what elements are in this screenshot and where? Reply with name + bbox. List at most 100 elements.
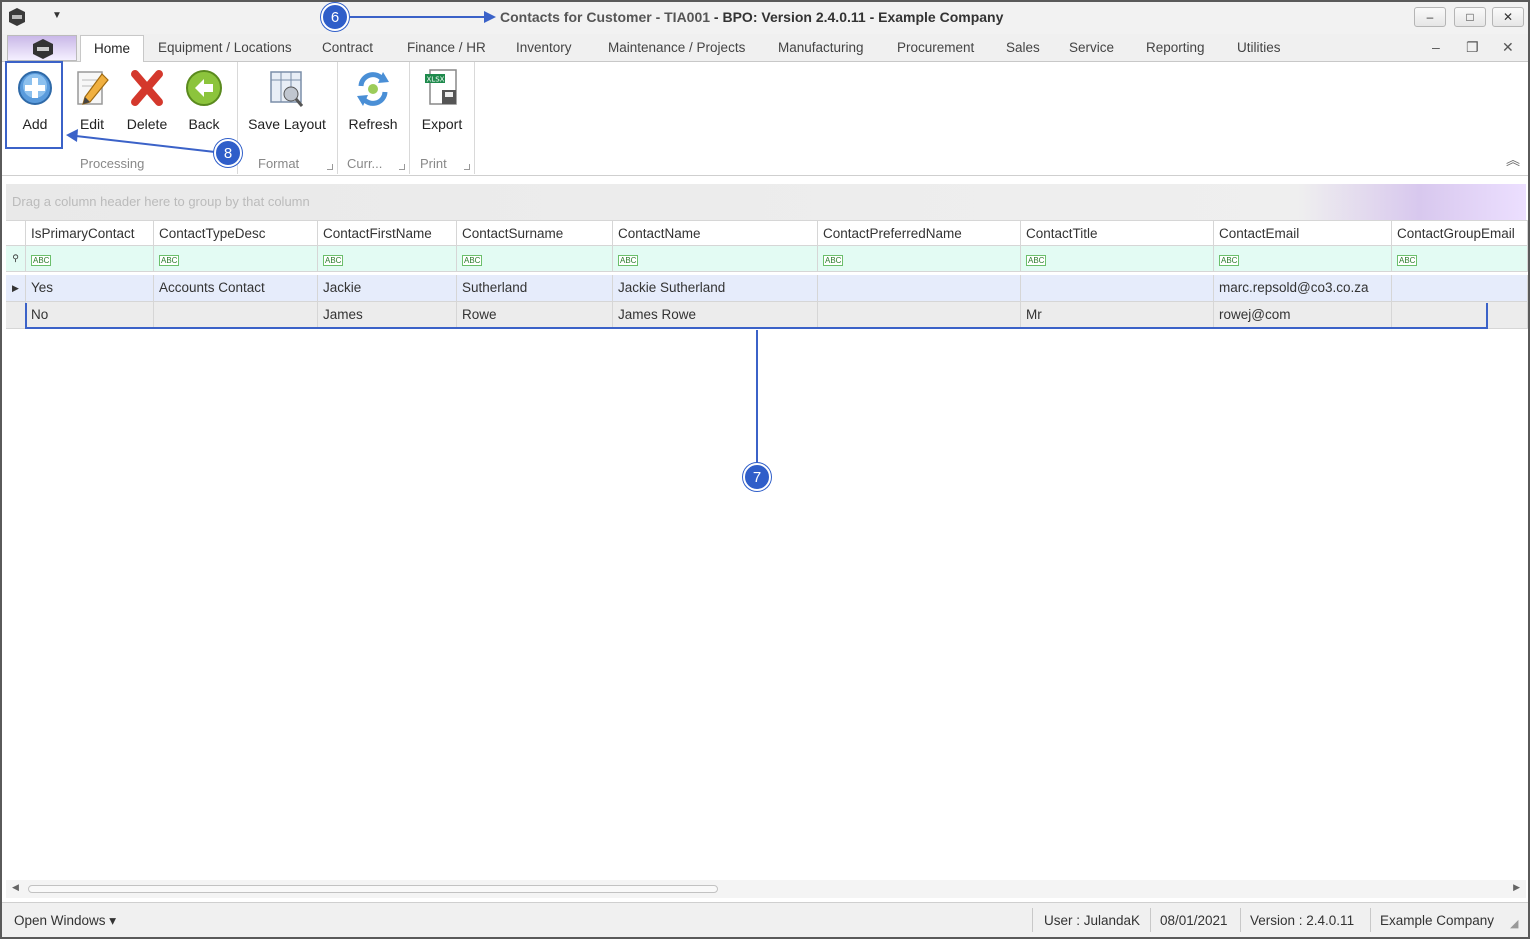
- group-by-panel[interactable]: Drag a column header here to group by th…: [6, 184, 1526, 220]
- tab-contract[interactable]: Contract: [322, 40, 373, 55]
- filter-pin-icon: ⚲: [6, 246, 26, 271]
- status-version: Version : 2.4.0.11: [1250, 913, 1355, 928]
- format-dialog-launcher[interactable]: [327, 164, 333, 170]
- group-label-format: Format: [258, 156, 300, 171]
- pencil-icon: [77, 71, 109, 105]
- menu-tab-bar: Home Equipment / Locations Contract Fina…: [2, 34, 1528, 63]
- cell-contact-name[interactable]: Jackie Sutherland: [613, 275, 818, 301]
- resize-grip-icon[interactable]: ◢: [1510, 917, 1518, 930]
- annotation-badge-7: 7: [743, 463, 771, 491]
- delete-button[interactable]: Delete: [124, 66, 170, 132]
- abc-filter-icon: ABC: [618, 255, 639, 266]
- cell-group-email[interactable]: [1392, 275, 1528, 301]
- column-header[interactable]: ContactSurname: [457, 221, 613, 245]
- group-label-processing: Processing: [80, 156, 145, 171]
- maximize-button[interactable]: □: [1454, 7, 1486, 27]
- status-separator: [1370, 908, 1371, 932]
- cell-title[interactable]: [1021, 275, 1214, 301]
- cell-first-name[interactable]: Jackie: [318, 275, 457, 301]
- tab-manufacturing[interactable]: Manufacturing: [778, 40, 864, 55]
- abc-filter-icon: ABC: [462, 255, 483, 266]
- save-layout-label: Save Layout: [248, 116, 326, 132]
- horizontal-scrollbar[interactable]: ◀ ▶: [6, 880, 1526, 898]
- tab-procurement[interactable]: Procurement: [897, 40, 974, 55]
- add-button-highlight: [5, 61, 63, 149]
- export-label: Export: [421, 116, 463, 132]
- filter-cell[interactable]: ABC: [1021, 246, 1214, 271]
- cell-email[interactable]: marc.repsold@co3.co.za: [1214, 275, 1392, 301]
- abc-filter-icon: ABC: [1219, 255, 1240, 266]
- group-separator: [409, 62, 410, 174]
- column-header[interactable]: ContactName: [613, 221, 818, 245]
- abc-filter-icon: ABC: [159, 255, 180, 266]
- window-title: Contacts for Customer - TIA001 - BPO: Ve…: [500, 9, 1004, 25]
- annotation-badge-6: 6: [321, 3, 349, 31]
- scroll-left-icon[interactable]: ◀: [12, 882, 19, 893]
- app-logo-icon[interactable]: [8, 7, 26, 27]
- back-button[interactable]: Back: [184, 66, 224, 132]
- column-header[interactable]: IsPrimaryContact: [26, 221, 154, 245]
- tab-reporting[interactable]: Reporting: [1146, 40, 1205, 55]
- edit-button[interactable]: Edit: [72, 66, 112, 132]
- refresh-label: Refresh: [348, 116, 398, 132]
- tab-finance-hr[interactable]: Finance / HR: [407, 40, 486, 55]
- tab-maintenance-projects[interactable]: Maintenance / Projects: [608, 40, 745, 55]
- row-indicator: [6, 221, 26, 245]
- filter-cell[interactable]: ABC: [318, 246, 457, 271]
- abc-filter-icon: ABC: [1026, 255, 1047, 266]
- group-panel-hint: Drag a column header here to group by th…: [12, 194, 310, 209]
- mdi-restore-button[interactable]: ❐: [1466, 39, 1479, 56]
- filter-cell[interactable]: ABC: [457, 246, 613, 271]
- edit-button-label: Edit: [79, 116, 105, 132]
- status-company: Example Company: [1380, 913, 1495, 928]
- cell-surname[interactable]: Sutherland: [457, 275, 613, 301]
- print-dialog-launcher[interactable]: [464, 164, 470, 170]
- delete-button-label: Delete: [126, 116, 168, 132]
- table-row[interactable]: ▶ Yes Accounts Contact Jackie Sutherland…: [6, 275, 1528, 302]
- filter-cell[interactable]: ABC: [818, 246, 1021, 271]
- filter-cell[interactable]: ABC: [26, 246, 154, 271]
- status-bar: Open Windows ▾ User : JulandaK 08/01/202…: [2, 902, 1528, 937]
- scroll-right-icon[interactable]: ▶: [1513, 882, 1520, 893]
- minimize-button[interactable]: –: [1414, 7, 1446, 27]
- column-header[interactable]: ContactGroupEmail: [1392, 221, 1528, 245]
- tab-utilities[interactable]: Utilities: [1237, 40, 1281, 55]
- refresh-button[interactable]: Refresh: [346, 66, 400, 132]
- current-dialog-launcher[interactable]: [399, 164, 405, 170]
- open-windows-dropdown[interactable]: Open Windows ▾: [14, 913, 116, 929]
- export-button[interactable]: XLSX Export: [418, 66, 466, 132]
- filter-cell[interactable]: ABC: [1214, 246, 1392, 271]
- column-header[interactable]: ContactEmail: [1214, 221, 1392, 245]
- layout-save-icon: [270, 71, 304, 107]
- filter-cell[interactable]: ABC: [613, 246, 818, 271]
- cell-preferred-name[interactable]: [818, 275, 1021, 301]
- scrollbar-thumb[interactable]: [28, 885, 718, 893]
- tab-service[interactable]: Service: [1069, 40, 1114, 55]
- cell-is-primary[interactable]: Yes: [26, 275, 154, 301]
- tab-home[interactable]: Home: [80, 35, 145, 63]
- tab-equipment-locations[interactable]: Equipment / Locations: [158, 40, 292, 55]
- column-header[interactable]: ContactTitle: [1021, 221, 1214, 245]
- column-header[interactable]: ContactPreferredName: [818, 221, 1021, 245]
- collapse-ribbon-icon[interactable]: ︽: [1506, 150, 1520, 170]
- group-separator: [474, 62, 475, 174]
- application-menu-button[interactable]: [7, 35, 77, 61]
- save-layout-button[interactable]: Save Layout: [246, 66, 328, 132]
- tab-sales[interactable]: Sales: [1006, 40, 1040, 55]
- back-button-label: Back: [188, 116, 220, 132]
- column-header[interactable]: ContactFirstName: [318, 221, 457, 245]
- mdi-close-button[interactable]: ✕: [1502, 39, 1514, 56]
- tab-inventory[interactable]: Inventory: [516, 40, 572, 55]
- auto-filter-row: ⚲ ABC ABC ABC ABC ABC ABC ABC ABC ABC: [6, 246, 1528, 272]
- status-separator: [1240, 908, 1241, 932]
- xlsx-export-icon: XLSX: [425, 69, 457, 105]
- filter-cell[interactable]: ABC: [1392, 246, 1528, 271]
- quick-access-dropdown-icon[interactable]: ▼: [52, 10, 62, 21]
- current-row-arrow-icon: ▶: [6, 275, 26, 301]
- filter-cell[interactable]: ABC: [154, 246, 318, 271]
- close-button[interactable]: ✕: [1492, 7, 1524, 27]
- cell-contact-type[interactable]: Accounts Contact: [154, 275, 318, 301]
- mdi-minimize-button[interactable]: –: [1432, 39, 1440, 55]
- column-header[interactable]: ContactTypeDesc: [154, 221, 318, 245]
- grid-rows-highlight: [25, 303, 1488, 329]
